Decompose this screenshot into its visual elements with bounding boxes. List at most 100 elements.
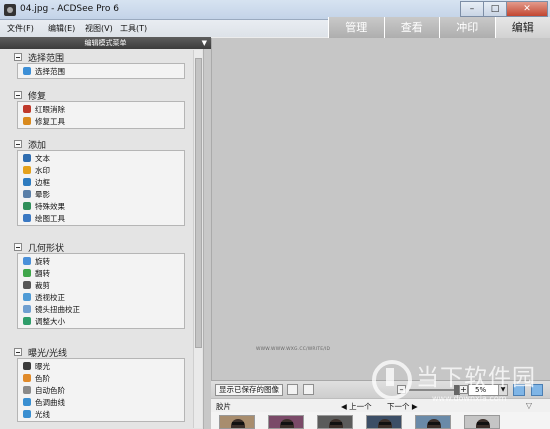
app-window: 04.jpg - ACDSee Pro 6 – □ ✕ 文件(F) 编辑(E) … xyxy=(0,0,550,429)
menu-file[interactable]: 文件(F) xyxy=(7,23,34,34)
tool-label: 透视校正 xyxy=(35,292,65,302)
image-canvas[interactable] xyxy=(211,38,550,380)
collapse-icon[interactable] xyxy=(14,348,22,356)
group-exposure: 曝光/光线 曝光 色阶 自动色阶 色调曲线 光线 xyxy=(14,346,185,422)
vignette-icon xyxy=(23,190,31,198)
tool-item[interactable]: 翻转 xyxy=(18,267,184,279)
window-title: 04.jpg - ACDSee Pro 6 xyxy=(20,4,119,14)
panel-scrollbar[interactable] xyxy=(193,50,202,428)
collapse-icon[interactable] xyxy=(14,243,22,251)
tool-item[interactable]: 裁剪 xyxy=(18,279,184,291)
group-tools: 选择范围 xyxy=(17,63,185,79)
group-title[interactable]: 曝光/光线 xyxy=(14,346,185,359)
tool-label: 镜头扭曲校正 xyxy=(35,304,80,314)
border-icon xyxy=(23,178,31,186)
maximize-button[interactable]: □ xyxy=(483,1,507,17)
watermark-url: www.downxia.com xyxy=(432,394,507,403)
tool-label: 绘图工具 xyxy=(35,213,65,223)
tool-item[interactable]: 自动色阶 xyxy=(18,384,184,396)
group-repair: 修复红眼消除修复工具 xyxy=(14,89,185,129)
info-icon[interactable] xyxy=(303,384,314,395)
group-tools: 红眼消除 修复工具 xyxy=(17,101,185,129)
tool-label: 水印 xyxy=(35,165,50,175)
tool-item[interactable]: 晕影 xyxy=(18,188,184,200)
panel-scroll-thumb[interactable] xyxy=(195,58,202,348)
mode-tabs: 管理 查看 冲印 编辑 xyxy=(328,17,550,38)
red-eye-icon xyxy=(23,105,31,113)
app-camera-icon xyxy=(4,4,16,16)
tool-item[interactable]: 色阶 xyxy=(18,372,184,384)
tool-label: 修复工具 xyxy=(35,116,65,126)
tool-item[interactable]: 红眼消除 xyxy=(18,103,184,115)
tool-label: 选择范围 xyxy=(35,66,65,76)
group-title-label: 添加 xyxy=(28,140,47,151)
tool-label: 调整大小 xyxy=(35,316,65,326)
tool-label: 特殊效果 xyxy=(35,201,65,211)
tool-item[interactable]: 旋转 xyxy=(18,255,184,267)
crop-icon xyxy=(23,281,31,289)
tool-label: 色调曲线 xyxy=(35,397,65,407)
watermark-text: 当下软件园 xyxy=(416,365,536,391)
edit-tools-panel: 选择范围 选择范围 修复 红眼消除 修复工具 添加 文本 水印 边框 晕影 特殊效果 绘图工具 几何形状… xyxy=(0,49,211,429)
tool-item[interactable]: 色调曲线 xyxy=(18,396,184,408)
show-saved-image-button[interactable]: 显示已保存的图像 xyxy=(215,384,283,396)
group-title[interactable]: 几何形状 xyxy=(14,241,185,254)
group-geometry: 几何形状 旋转 翻转 裁剪 透视校正镜头扭曲校正 调整大小 xyxy=(14,241,185,329)
menu-tools[interactable]: 工具(T) xyxy=(120,23,147,34)
group-title[interactable]: 添加 xyxy=(14,138,185,151)
tool-item[interactable]: 绘图工具 xyxy=(18,212,184,224)
compare-icon[interactable] xyxy=(287,384,298,395)
tool-item[interactable]: 调整大小 xyxy=(18,315,184,327)
group-tools: 旋转 翻转 裁剪 透视校正镜头扭曲校正 调整大小 xyxy=(17,253,185,329)
tool-item[interactable]: 选择范围 xyxy=(18,65,184,77)
watermark-arrow-icon xyxy=(386,368,394,386)
filmstrip-thumbnail[interactable] xyxy=(219,415,255,429)
drawing-tools-icon xyxy=(23,214,31,222)
menu-edit[interactable]: 编辑(E) xyxy=(48,23,75,34)
collapse-icon[interactable] xyxy=(14,53,22,61)
minimize-button[interactable]: – xyxy=(460,1,484,17)
tab-edit[interactable]: 编辑 xyxy=(494,17,550,38)
tool-item[interactable]: 曝光 xyxy=(18,360,184,372)
group-title-label: 几何形状 xyxy=(28,243,65,254)
special-effects-icon xyxy=(23,202,31,210)
panel-menu-arrow-icon[interactable]: ▼ xyxy=(202,37,207,49)
tool-item[interactable]: 边框 xyxy=(18,176,184,188)
tab-view[interactable]: 查看 xyxy=(383,17,439,38)
tool-item[interactable]: 文本 xyxy=(18,152,184,164)
tool-item[interactable]: 透视校正 xyxy=(18,291,184,303)
group-title-label: 修复 xyxy=(28,91,47,102)
tool-label: 色阶 xyxy=(35,373,50,383)
group-tools: 曝光 色阶 自动色阶 色调曲线 光线 xyxy=(17,358,185,422)
exposure-icon xyxy=(23,362,31,370)
tool-label: 红眼消除 xyxy=(35,104,65,114)
filmstrip-thumbnail[interactable] xyxy=(464,415,500,429)
filmstrip-thumbnail[interactable] xyxy=(317,415,353,429)
group-title[interactable]: 选择范围 xyxy=(14,51,185,64)
tool-label: 边框 xyxy=(35,177,50,187)
tab-develop[interactable]: 冲印 xyxy=(439,17,495,38)
tool-item[interactable]: 水印 xyxy=(18,164,184,176)
group-tools: 文本 水印边框 晕影 特殊效果绘图工具 xyxy=(17,150,185,226)
tool-item[interactable]: 修复工具 xyxy=(18,115,184,127)
selection-icon xyxy=(23,67,31,75)
tab-manage[interactable]: 管理 xyxy=(328,17,384,38)
watermark-icon xyxy=(23,166,31,174)
collapse-icon[interactable] xyxy=(14,140,22,148)
collapse-icon[interactable] xyxy=(14,91,22,99)
tool-item[interactable]: 特殊效果 xyxy=(18,200,184,212)
edit-mode-menu-header: 编辑模式菜单 ▼ xyxy=(0,37,211,49)
resize-icon xyxy=(23,317,31,325)
tool-item[interactable]: 镜头扭曲校正 xyxy=(18,303,184,315)
menu-view[interactable]: 视图(V) xyxy=(85,23,113,34)
previous-image-link[interactable]: ◀ 上一个 xyxy=(341,401,372,412)
rotate-icon xyxy=(23,257,31,265)
panel-splitter[interactable] xyxy=(203,49,211,429)
site-watermark: 当下软件园 www.downxia.com xyxy=(372,356,550,416)
filmstrip-thumbnail[interactable] xyxy=(415,415,451,429)
tool-item[interactable]: 光线 xyxy=(18,408,184,420)
group-title[interactable]: 修复 xyxy=(14,89,185,102)
filmstrip-thumbnail[interactable] xyxy=(268,415,304,429)
close-button[interactable]: ✕ xyxy=(506,1,548,17)
filmstrip-thumbnail[interactable] xyxy=(366,415,402,429)
